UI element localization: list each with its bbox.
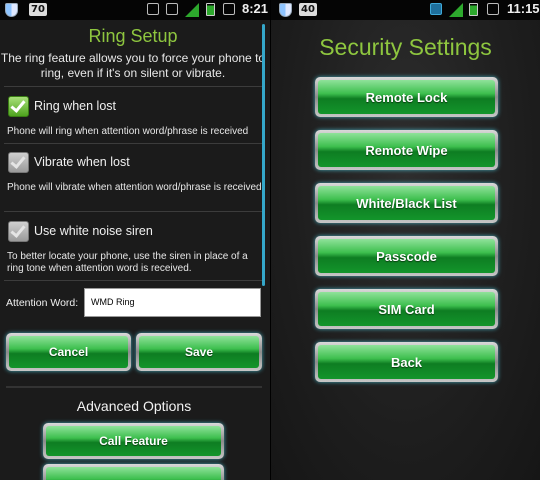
option-description: Phone will vibrate when attention word/p… xyxy=(7,182,262,193)
white-black-list-button-label: White/Black List xyxy=(318,186,495,220)
option-label: Use white noise siren xyxy=(34,224,153,238)
page-title: Security Settings xyxy=(319,34,492,60)
vibrate-when-lost-option[interactable]: Vibrate when lost xyxy=(8,151,130,173)
divider xyxy=(4,143,262,144)
back-button[interactable]: Back xyxy=(315,342,498,382)
option-label: Ring when lost xyxy=(34,99,116,113)
attention-word-label: Attention Word: xyxy=(6,297,79,309)
sim-card-button[interactable]: SIM Card xyxy=(315,289,498,329)
remote-wipe-button-label: Remote Wipe xyxy=(318,133,495,167)
divider xyxy=(6,386,262,388)
shield-icon xyxy=(279,3,292,17)
save-button[interactable]: Save xyxy=(136,333,262,371)
vibrate-icon xyxy=(147,3,159,15)
save-button-label: Save xyxy=(139,336,259,368)
sim-card-button-label: SIM Card xyxy=(318,292,495,326)
battery-icon xyxy=(469,3,478,16)
next-advanced-button-label xyxy=(46,467,221,480)
calendar-icon xyxy=(223,3,235,15)
check-icon xyxy=(10,152,26,169)
divider xyxy=(4,86,262,87)
scrollbar[interactable] xyxy=(262,24,265,286)
vibrate-when-lost-checkbox[interactable] xyxy=(8,151,29,173)
remote-wipe-button[interactable]: Remote Wipe xyxy=(315,130,498,170)
divider xyxy=(4,280,262,281)
back-button-label: Back xyxy=(318,345,495,379)
signal-strength-icon xyxy=(449,3,463,17)
remote-lock-button[interactable]: Remote Lock xyxy=(315,77,498,117)
next-advanced-button[interactable] xyxy=(43,464,224,480)
ring-setup-screen: 70 8:21 Ring Setup The ring feature allo… xyxy=(0,0,270,480)
remote-lock-button-label: Remote Lock xyxy=(318,80,495,114)
signal-off-icon xyxy=(166,3,178,15)
calendar-icon xyxy=(487,3,499,15)
ring-when-lost-option[interactable]: Ring when lost xyxy=(8,95,116,117)
check-icon xyxy=(10,221,26,238)
ring-when-lost-checkbox[interactable] xyxy=(8,95,29,117)
passcode-button[interactable]: Passcode xyxy=(315,236,498,276)
attention-word-input[interactable]: WMD Ring xyxy=(84,288,261,317)
white-noise-siren-checkbox[interactable] xyxy=(8,220,29,242)
divider xyxy=(4,211,262,212)
security-settings-screen: 40 11:15 Security Settings Remote Lock R… xyxy=(271,0,540,480)
notification-badge: 40 xyxy=(299,3,317,16)
status-bar: 40 11:15 xyxy=(271,0,540,20)
page-title: Ring Setup xyxy=(88,26,178,46)
call-feature-button[interactable]: Call Feature xyxy=(43,423,224,459)
battery-icon xyxy=(206,3,215,16)
call-feature-button-label: Call Feature xyxy=(46,426,221,456)
shield-icon xyxy=(5,3,18,17)
option-label: Vibrate when lost xyxy=(34,155,130,169)
option-description: Phone will ring when attention word/phra… xyxy=(7,126,249,137)
cancel-button[interactable]: Cancel xyxy=(6,333,131,371)
passcode-button-label: Passcode xyxy=(318,239,495,273)
cancel-button-label: Cancel xyxy=(9,336,128,368)
advanced-options-title: Advanced Options xyxy=(76,398,192,414)
signal-strength-icon xyxy=(185,3,199,17)
intro-text: The ring feature allows you to force you… xyxy=(0,51,266,80)
check-icon xyxy=(10,96,26,113)
status-bar: 70 8:21 xyxy=(0,0,270,20)
clock: 11:15 xyxy=(507,1,540,16)
white-noise-siren-option[interactable]: Use white noise siren xyxy=(8,220,153,242)
notification-badge: 70 xyxy=(29,3,47,16)
clock: 8:21 xyxy=(242,1,269,16)
bluetooth-icon xyxy=(430,3,442,15)
option-description: To better locate your phone, use the sir… xyxy=(7,251,248,274)
white-black-list-button[interactable]: White/Black List xyxy=(315,183,498,223)
